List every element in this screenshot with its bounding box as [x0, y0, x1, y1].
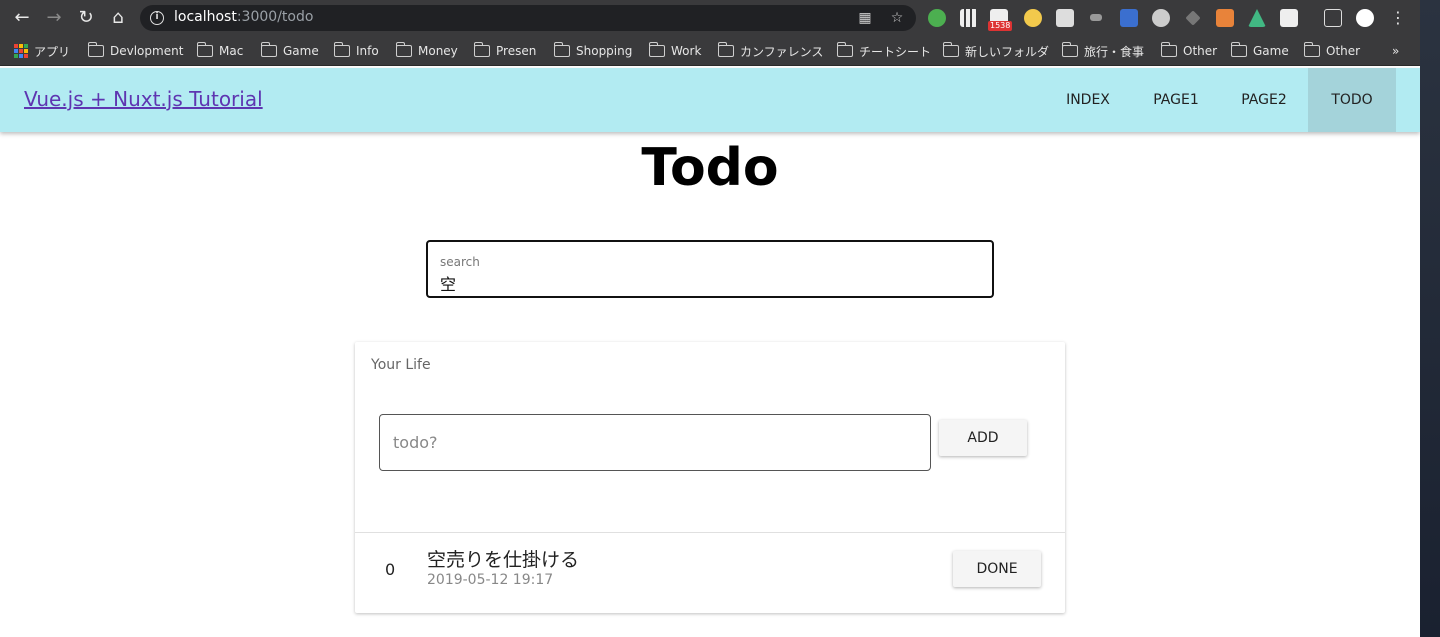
app-title-link[interactable]: Vue.js + Nuxt.js Tutorial	[24, 87, 263, 111]
folder-icon	[88, 42, 104, 57]
folder-icon	[1062, 42, 1078, 57]
metamask-icon[interactable]	[1216, 9, 1234, 27]
vue-devtools-icon[interactable]	[1248, 9, 1266, 27]
folder-icon	[1161, 42, 1177, 57]
extension-icon[interactable]	[1090, 14, 1102, 21]
bookmark-folder[interactable]: Money	[396, 42, 458, 60]
folder-icon	[334, 42, 350, 57]
nav-page2[interactable]: PAGE2	[1220, 68, 1308, 132]
folder-icon	[396, 42, 412, 57]
bookmark-apps[interactable]: アプリ	[14, 42, 70, 60]
nav-page1[interactable]: PAGE1	[1132, 68, 1220, 132]
desktop-background	[1420, 0, 1440, 637]
folder-icon	[718, 42, 734, 57]
evernote-icon[interactable]	[928, 9, 946, 27]
folder-icon	[1304, 42, 1320, 57]
mail-count-badge: 1538	[988, 21, 1013, 31]
translate-icon[interactable]: ▦	[856, 9, 874, 27]
bookmark-folder[interactable]: Other	[1304, 42, 1360, 60]
todo-index: 0	[385, 560, 396, 579]
bookmark-folder[interactable]: Shopping	[554, 42, 632, 60]
todo-card: Your Life ADD 0 空売りを仕掛ける 2019-05-12 19:1…	[355, 342, 1065, 613]
menu-icon[interactable]: ⋮	[1388, 8, 1408, 28]
folder-icon	[261, 42, 277, 57]
folder-icon	[837, 42, 853, 57]
forward-icon[interactable]: →	[44, 8, 64, 28]
nav-index[interactable]: INDEX	[1044, 68, 1132, 132]
search-field[interactable]: search 空	[426, 240, 994, 298]
divider	[355, 532, 1065, 533]
bookmark-folder[interactable]: Game	[1231, 42, 1289, 60]
bookmarks-overflow-icon[interactable]: »	[1392, 42, 1399, 60]
bookmark-folder[interactable]: 新しいフォルダ	[943, 42, 1049, 60]
todo-date: 2019-05-12 19:17	[427, 572, 554, 588]
address-bar[interactable]: i localhost:3000/todo ▦ ☆	[140, 5, 916, 31]
bookmark-folder[interactable]: Mac	[197, 42, 243, 60]
home-icon[interactable]: ⌂	[108, 8, 128, 28]
card-subtitle: Your Life	[371, 357, 431, 373]
download-icon[interactable]	[1056, 9, 1074, 27]
folder-icon	[649, 42, 665, 57]
bookmarks-bar: アプリ Devlopment Mac Game Info Money Prese…	[0, 36, 1420, 66]
bookmark-folder[interactable]: Info	[334, 42, 379, 60]
todo-title: 空売りを仕掛ける	[427, 549, 580, 571]
cast-icon[interactable]	[1324, 9, 1342, 27]
done-button[interactable]: DONE	[953, 551, 1041, 587]
bookmark-folder[interactable]: Work	[649, 42, 701, 60]
folder-icon	[1231, 42, 1247, 57]
bookmark-folder[interactable]: Other	[1161, 42, 1217, 60]
bookmark-folder[interactable]: Presen	[474, 42, 536, 60]
add-button[interactable]: ADD	[939, 420, 1027, 456]
apps-grid-icon[interactable]	[960, 9, 978, 27]
bookmark-folder[interactable]: チートシート	[837, 42, 931, 60]
reload-icon[interactable]: ↻	[76, 8, 96, 28]
nav-todo[interactable]: TODO	[1308, 68, 1396, 132]
app-toolbar: Vue.js + Nuxt.js Tutorial INDEX PAGE1 PA…	[0, 68, 1420, 132]
ethereum-icon[interactable]	[1185, 10, 1201, 26]
folder-icon	[554, 42, 570, 57]
star-icon[interactable]: ☆	[888, 9, 906, 27]
folder-icon	[197, 42, 213, 57]
browser-toolbar: ← → ↻ ⌂ i localhost:3000/todo ▦ ☆ 1538 ⋮	[0, 0, 1420, 36]
search-input[interactable]: 空	[440, 271, 456, 295]
line-icon[interactable]	[1152, 9, 1170, 27]
folder-icon	[943, 42, 959, 57]
avatar[interactable]	[1356, 9, 1374, 27]
bookmark-folder[interactable]: カンファレンス	[718, 42, 823, 60]
back-icon[interactable]: ←	[12, 8, 32, 28]
folder-icon	[474, 42, 490, 57]
apps-icon	[14, 44, 28, 58]
save-icon[interactable]	[1120, 9, 1138, 27]
bookmark-folder[interactable]: Devlopment	[88, 42, 183, 60]
todo-input[interactable]	[379, 414, 931, 471]
info-icon[interactable]: i	[150, 11, 164, 25]
search-label: search	[440, 255, 480, 269]
bookmark-folder[interactable]: Game	[261, 42, 319, 60]
favorite-star-icon[interactable]	[1024, 9, 1042, 27]
page-title: Todo	[641, 138, 779, 198]
extension-icon[interactable]	[1280, 9, 1298, 27]
bookmark-folder[interactable]: 旅行・食事	[1062, 42, 1144, 60]
url-text[interactable]: localhost:3000/todo	[174, 9, 313, 25]
